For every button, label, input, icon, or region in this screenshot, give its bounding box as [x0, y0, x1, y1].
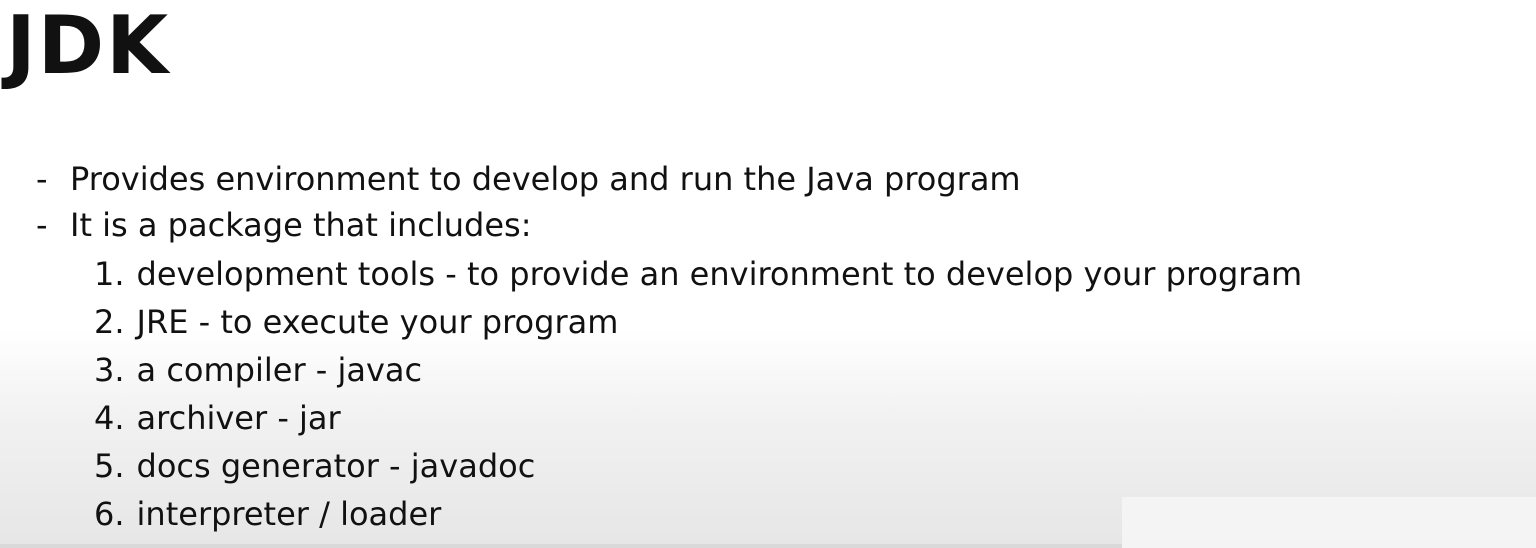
list-item: 2. JRE - to execute your program [94, 298, 1302, 346]
bullet-item: - Provides environment to develop and run… [36, 156, 1021, 202]
bullet-list: - Provides environment to develop and run… [36, 156, 1021, 248]
item-number: 2. [94, 303, 125, 341]
corner-overlay-box [1122, 497, 1536, 548]
bullet-text: It is a package that includes: [70, 206, 532, 244]
item-number: 3. [94, 351, 125, 389]
bullet-marker: - [36, 160, 48, 198]
list-item: 3. a compiler - javac [94, 346, 1302, 394]
bottom-divider [0, 544, 1122, 548]
bullet-marker: - [36, 206, 48, 244]
item-number: 4. [94, 399, 125, 437]
bullet-text: Provides environment to develop and run … [70, 160, 1021, 198]
item-text: development tools - to provide an enviro… [136, 255, 1303, 293]
item-text: JRE - to execute your program [136, 303, 619, 341]
list-item: 4. archiver - jar [94, 394, 1302, 442]
item-number: 1. [94, 255, 125, 293]
item-text: archiver - jar [136, 399, 341, 437]
slide-title: JDK [6, 0, 171, 92]
bullet-item: - It is a package that includes: [36, 202, 1021, 248]
slide-canvas: JDK - Provides environment to develop and… [0, 0, 1536, 548]
list-item: 5. docs generator - javadoc [94, 442, 1302, 490]
numbered-list: 1. development tools - to provide an envi… [94, 250, 1302, 538]
list-item: 1. development tools - to provide an envi… [94, 250, 1302, 298]
item-text: a compiler - javac [136, 351, 423, 389]
item-text: docs generator - javadoc [136, 447, 536, 485]
item-number: 5. [94, 447, 125, 485]
item-number: 6. [94, 495, 125, 533]
item-text: interpreter / loader [136, 495, 442, 533]
list-item: 6. interpreter / loader [94, 490, 1302, 538]
